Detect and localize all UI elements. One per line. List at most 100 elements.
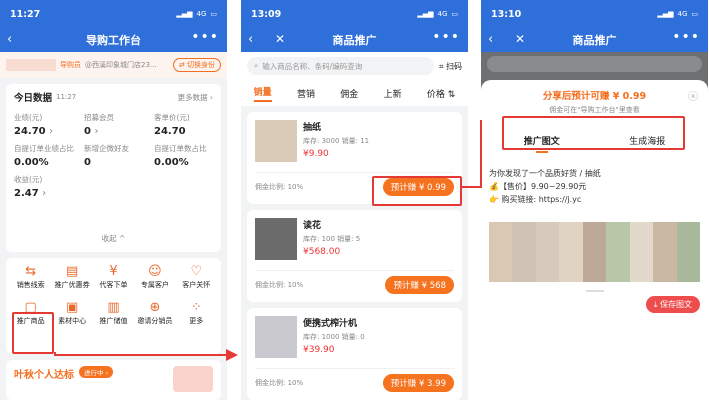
menu-label: 推广优惠券 (54, 281, 90, 289)
commission-rate: 佣金比例: 10% (255, 281, 304, 289)
more-icon[interactable]: ••• (432, 29, 460, 45)
download-icon: ⤓ (653, 300, 658, 309)
stat-item[interactable]: 业绩(元) 24.70 › (14, 112, 84, 137)
product-card[interactable]: 便携式榨汁机 库存: 1000 销量: 0 ¥39.90 佣金比例: 10% 预计赚 ¥… (247, 308, 462, 400)
mosaic-cell (606, 242, 630, 262)
search-placeholder: 输入商品名称、条码/编码查询 (262, 61, 363, 71)
menu-item-8[interactable]: ⊕ 邀请分销员 (134, 300, 175, 326)
sort-tab-3[interactable]: 上新 (384, 87, 402, 100)
mosaic-cell (559, 222, 583, 242)
promo-title: 叶秋个人达标 (14, 370, 74, 381)
menu-icon: ▣ (65, 300, 79, 315)
mosaic-cell (606, 222, 630, 242)
product-thumbnail (255, 120, 297, 162)
estimate-earn-button[interactable]: 预计赚 ¥ 3.99 (382, 374, 454, 392)
phone-share-sheet: 13:10 ▂▄▆ 4G ▭ ‹ ✕ 商品推广 ••• 分享后预计可赚 ¥ 0.99… (481, 0, 708, 400)
sort-tab-2[interactable]: 佣金 (340, 87, 358, 100)
stat-item: 客单价(元) 24.70 (154, 112, 224, 137)
sort-tab-0[interactable]: 销量 (253, 85, 272, 102)
stat-value: 0 (84, 157, 91, 168)
menu-item-3[interactable]: ☺ 专属客户 (134, 264, 175, 290)
blurred-image (489, 222, 700, 282)
menu-icon: ¥ (109, 264, 118, 279)
mosaic-cell (512, 262, 536, 282)
search-input[interactable]: ⌕ 输入商品名称、条码/编码查询 (247, 57, 434, 75)
sort-tab-4[interactable]: 价格 ⇅ (427, 87, 455, 100)
menu-item-6[interactable]: ▣ 素材中心 (51, 300, 92, 326)
menu-label: 邀请分销员 (137, 317, 173, 325)
menu-item-0[interactable]: ⇆ 销售线索 (10, 264, 51, 290)
mosaic-cell (535, 222, 560, 242)
mosaic-cell (489, 242, 513, 262)
stat-item: 新增企微好友 0 (84, 143, 154, 168)
status-bar: 13:10 ▂▄▆ 4G ▭ (481, 0, 708, 28)
signal-icon: ▂▄▆ (657, 10, 674, 18)
mosaic-cell (606, 262, 630, 282)
stat-value: 24.70 (154, 126, 186, 137)
stat-value: 0.00% (14, 157, 49, 168)
mosaic-cell (582, 262, 607, 282)
product-stock: 库存: 3000 销量: 11 (303, 137, 370, 145)
product-card[interactable]: 读花 库存: 100 销量: 5 ¥568.00 佣金比例: 10% 预计赚 ¥ 568 (247, 210, 462, 302)
switch-identity-button[interactable]: ⇄ 切换身份 (172, 58, 221, 72)
more-icon[interactable]: ••• (191, 29, 219, 45)
more-data-link[interactable]: 更多数据 › (178, 92, 213, 103)
stat-label: 收益(元) (14, 175, 43, 184)
product-thumbnail (255, 316, 297, 358)
sort-tab-1[interactable]: 营销 (297, 87, 315, 100)
status-time: 13:09 (251, 8, 282, 20)
menu-label: 推广储值 (99, 317, 128, 325)
menu-item-1[interactable]: ▤ 推广优惠券 (51, 264, 92, 290)
signal-icon: ▂▄▆ (176, 10, 193, 18)
battery-icon: ▭ (210, 10, 217, 18)
stats-grid: 业绩(元) 24.70 › 招募会员 0 › 客单价(元) 24.70 自提订单业绩占比 0… (14, 112, 213, 199)
mosaic-cell (489, 262, 513, 282)
menu-icon: ⁘ (190, 300, 202, 315)
promo-card[interactable]: 叶秋个人达标 进行中 › (6, 360, 221, 400)
promo-text-block: 为你发现了一个品质好货 / 抽纸 💰【售价】9.90~29.90元 👉 购买链接… (489, 167, 700, 206)
phone-workbench: 11:27 ▂▄▆ 4G ▭ ‹ 导购工作台 ••• 导购员 @西溪印象城门店23.… (0, 0, 227, 400)
stat-item: 自提订单数占比 0.00% (154, 143, 224, 168)
product-name: 抽纸 (303, 123, 322, 133)
menu-item-9[interactable]: ⁘ 更多 (176, 300, 217, 326)
switch-identity-label: 切换身份 (187, 61, 215, 69)
mosaic-cell (512, 242, 536, 262)
mosaic-cell (676, 262, 700, 282)
menu-icon: ♡ (190, 264, 203, 279)
highlight-earn-button (372, 176, 462, 206)
store-name: @西溪印象城门店23... (85, 61, 157, 69)
status-bar: 13:09 ▂▄▆ 4G ▭ (241, 0, 468, 28)
network-label: 4G (437, 10, 448, 18)
stat-label: 新增企微好友 (84, 144, 129, 153)
menu-item-4[interactable]: ♡ 客户关怀 (176, 264, 217, 290)
sort-tabs: 销量 营销 佣金 上新 价格 ⇅ (241, 80, 468, 106)
estimate-earn-button[interactable]: 预计赚 ¥ 568 (385, 276, 454, 294)
share-subtitle: 佣金可在"导购工作台"里查看 (549, 106, 640, 114)
mosaic-cell (582, 242, 607, 262)
menu-label: 专属客户 (140, 281, 169, 289)
close-circle-icon[interactable]: ⓧ (688, 88, 698, 103)
more-icon[interactable]: ••• (672, 29, 700, 45)
menu-item-2[interactable]: ¥ 代客下单 (93, 264, 134, 290)
promo-line-3: 👉 购买链接: https://j.yc (489, 195, 582, 204)
menu-item-7[interactable]: ▥ 推广储值 (93, 300, 134, 326)
collapse-button[interactable]: 收起 ^ (6, 233, 221, 244)
menu-icon: ▤ (65, 264, 79, 279)
stat-item[interactable]: 收益(元) 2.47 › (14, 174, 84, 199)
save-button[interactable]: ⤓ 保存图文 (645, 296, 700, 313)
stat-value: 24.70 › (14, 126, 54, 137)
mosaic-cell (653, 262, 677, 282)
avatar (6, 59, 56, 71)
stat-label: 自提订单业绩占比 (14, 144, 74, 153)
menu-label: 代客下单 (99, 281, 128, 289)
scan-button[interactable]: ⌗ 扫码 (439, 61, 462, 72)
stat-value: 0.00% (154, 157, 189, 168)
battery-icon: ▭ (691, 10, 698, 18)
signal-icon: ▂▄▆ (417, 10, 434, 18)
mosaic-cell (512, 222, 536, 242)
stat-item[interactable]: 招募会员 0 › (84, 112, 154, 137)
arrow-line-2 (462, 186, 482, 188)
commission-rate: 佣金比例: 10% (255, 183, 304, 191)
stat-label: 客单价(元) (154, 113, 190, 122)
stat-value: 0 › (84, 126, 99, 137)
